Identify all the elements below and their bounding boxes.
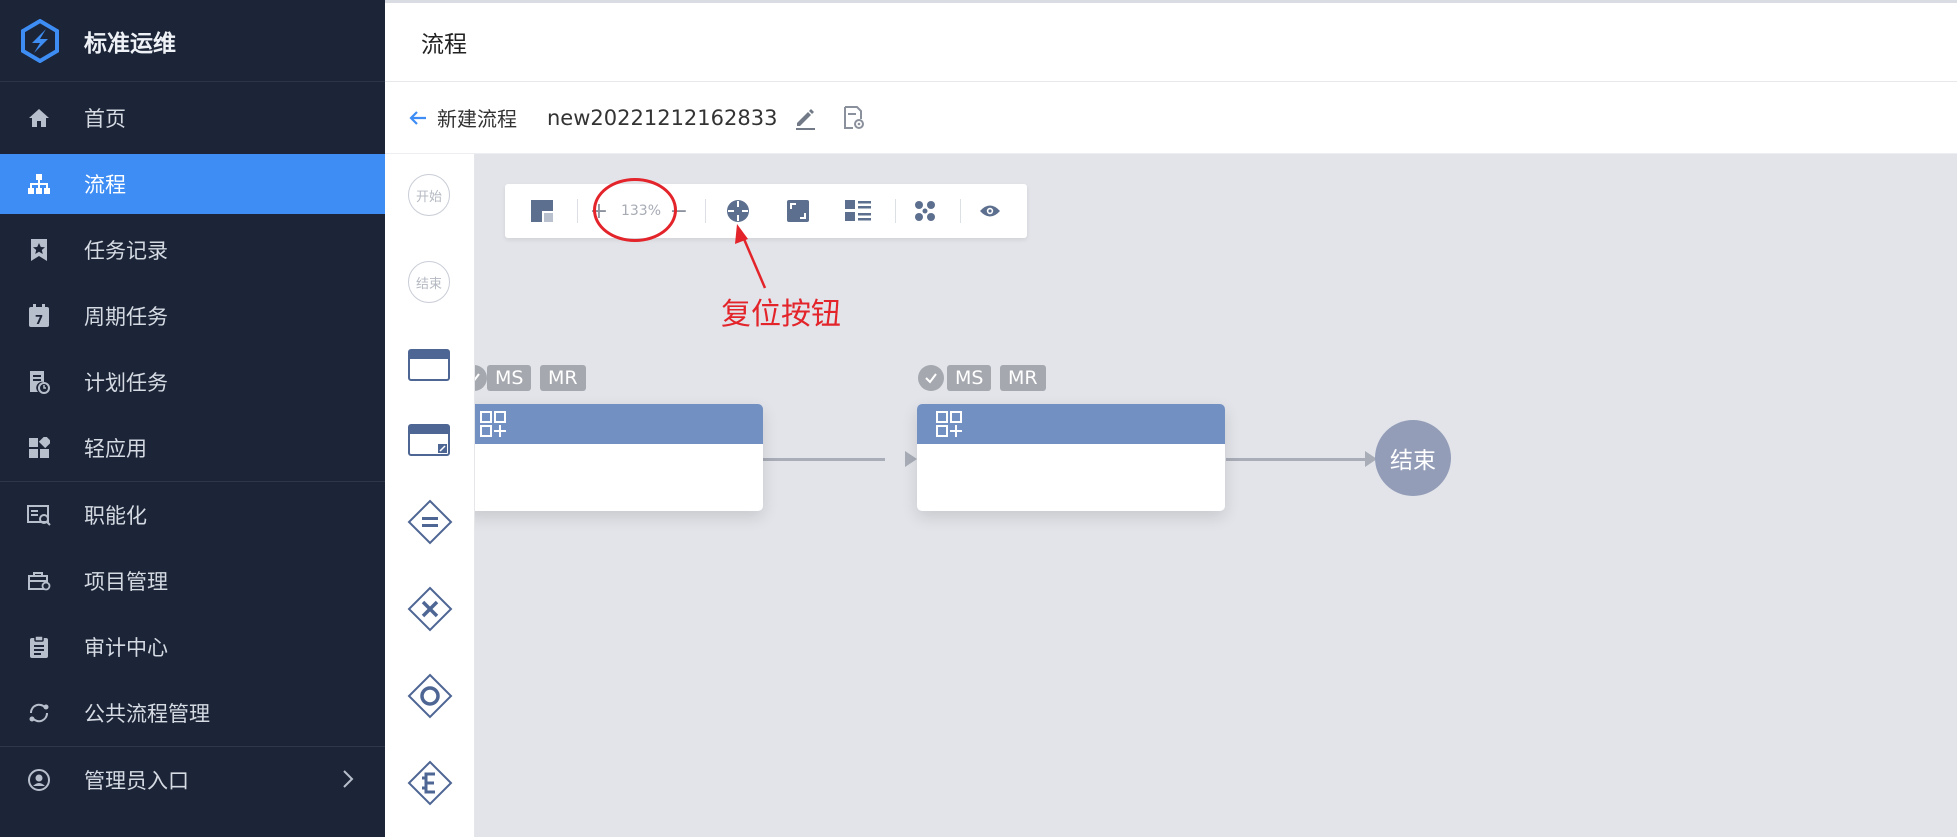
- flow-name: new20221212162833: [547, 105, 778, 130]
- node-palette: 开始 结束: [385, 154, 475, 837]
- cycle-icon: [26, 700, 52, 726]
- home-icon: [26, 105, 52, 131]
- sidebar-item-light-apps[interactable]: 轻应用: [0, 418, 385, 478]
- edge-arrow-head: [905, 451, 917, 467]
- briefcase-icon: [26, 568, 52, 594]
- subprocess-node-icon: [408, 424, 450, 456]
- end-node-label: 结束: [1390, 448, 1436, 474]
- task-node-header: [917, 404, 1225, 444]
- node-badge: MS: [947, 365, 992, 391]
- node-badge: MR: [1000, 365, 1046, 391]
- sidebar-item-label: 任务记录: [84, 239, 168, 263]
- parallel-gateway-icon: [407, 499, 453, 545]
- chevron-right-icon: [343, 770, 354, 788]
- clock-doc-icon: [26, 369, 52, 395]
- back-button[interactable]: 新建流程: [409, 103, 517, 132]
- calendar-day: 7: [35, 313, 43, 327]
- palette-subprocess-node[interactable]: [408, 424, 450, 456]
- settings-doc-icon[interactable]: [843, 105, 865, 130]
- top-header: 流程: [385, 0, 1957, 82]
- id-card-icon: [26, 502, 52, 528]
- palette-converge-gateway[interactable]: [407, 673, 453, 719]
- cross-nodes-icon: [915, 201, 935, 221]
- sidebar-item-functionalization[interactable]: 职能化: [0, 485, 385, 545]
- node-badge: MR: [540, 365, 586, 391]
- flow-edge[interactable]: [763, 458, 885, 461]
- palette-conditional-gateway[interactable]: [407, 760, 453, 806]
- user-circle-icon: [26, 767, 52, 793]
- flow-subheader: 新建流程 new20221212162833: [385, 82, 1957, 154]
- node-badge: MS: [487, 365, 532, 391]
- sidebar-item-public-flow-management[interactable]: 公共流程管理: [0, 683, 385, 743]
- palette-task-node[interactable]: [408, 349, 450, 381]
- task-node[interactable]: [475, 404, 763, 511]
- task-node[interactable]: [917, 404, 1225, 511]
- toolbar-separator: [895, 199, 896, 223]
- flow-icon: [26, 171, 52, 197]
- palette-parallel-gateway[interactable]: [407, 499, 453, 545]
- end-node[interactable]: 结束: [1375, 420, 1451, 496]
- logo-icon: [21, 18, 59, 63]
- hotkey-button[interactable]: [910, 196, 940, 226]
- eye-icon: [980, 205, 1000, 217]
- palette-start-node[interactable]: 开始: [408, 174, 450, 216]
- preview-button[interactable]: [975, 196, 1005, 226]
- page-title: 流程: [421, 32, 467, 58]
- app-name: 标准运维: [84, 30, 176, 57]
- sidebar-item-home[interactable]: 首页: [0, 88, 385, 148]
- palette-start-label: 开始: [415, 189, 442, 205]
- nav-divider: [0, 746, 385, 747]
- task-node-icon: [408, 349, 450, 381]
- clipboard-icon: [26, 634, 52, 660]
- node-check-icon: [918, 365, 944, 391]
- back-label: 新建流程: [437, 107, 517, 131]
- sidebar-item-label: 管理员入口: [84, 769, 189, 793]
- sidebar-item-label: 流程: [84, 173, 126, 197]
- exclusive-gateway-icon: [407, 586, 453, 632]
- star-doc-icon: [26, 237, 52, 263]
- plugin-icon: [936, 411, 962, 437]
- sidebar-item-label: 项目管理: [84, 570, 168, 594]
- arrow-left-icon: [409, 110, 426, 125]
- palette-exclusive-gateway[interactable]: [407, 586, 453, 632]
- flow-canvas[interactable]: + 133% − 复位按钮 MS MR MS MR 结束: [475, 154, 1957, 837]
- flow-edge[interactable]: [1226, 458, 1366, 461]
- sidebar-item-task-records[interactable]: 任务记录: [0, 220, 385, 280]
- sidebar-item-label: 审计中心: [84, 636, 168, 660]
- sidebar-item-planned-tasks[interactable]: 计划任务: [0, 352, 385, 412]
- conditional-gateway-icon: [407, 760, 453, 806]
- sidebar-item-audit-center[interactable]: 审计中心: [0, 617, 385, 677]
- sidebar-item-label: 职能化: [84, 504, 147, 528]
- sidebar-item-admin-entry[interactable]: 管理员入口: [0, 750, 385, 810]
- toolbar-separator: [960, 199, 961, 223]
- annotation-label: 复位按钮: [721, 297, 841, 332]
- palette-end-node[interactable]: 结束: [408, 261, 450, 303]
- plugin-icon: [480, 411, 506, 437]
- sidebar-item-label: 计划任务: [84, 371, 168, 395]
- logo-row: 标准运维: [0, 0, 385, 82]
- calendar-icon: 7: [26, 303, 52, 329]
- sidebar-item-label: 首页: [84, 107, 126, 131]
- node-check-icon: [475, 365, 487, 391]
- task-node-header: [475, 404, 763, 444]
- sidebar-item-flow[interactable]: 流程: [0, 154, 385, 214]
- sidebar-item-label: 公共流程管理: [84, 702, 210, 726]
- sidebar-item-project-management[interactable]: 项目管理: [0, 551, 385, 611]
- sidebar: 标准运维 首页 流程 任务记录 7 周期任务 计划任务 轻应用 职能化 项目管理…: [0, 0, 385, 837]
- sidebar-item-label: 周期任务: [84, 305, 168, 329]
- sidebar-item-periodic-tasks[interactable]: 7 周期任务: [0, 286, 385, 346]
- sidebar-item-label: 轻应用: [84, 437, 147, 461]
- converge-gateway-icon: [407, 673, 453, 719]
- palette-end-label: 结束: [415, 276, 442, 292]
- apps-icon: [26, 435, 52, 461]
- nav-divider: [0, 481, 385, 482]
- edit-icon[interactable]: [793, 106, 817, 130]
